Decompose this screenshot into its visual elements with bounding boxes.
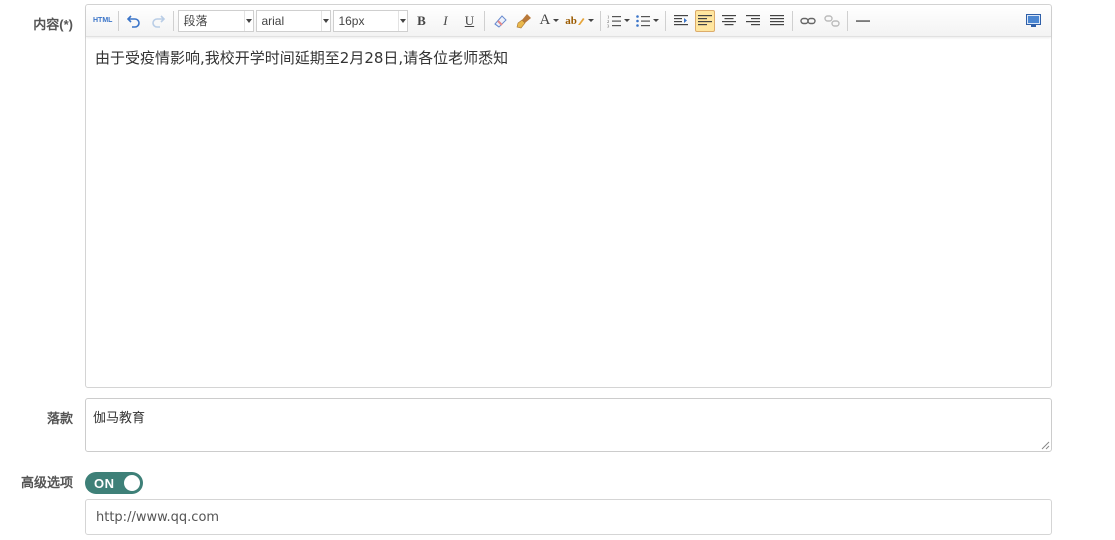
insert-link-button[interactable] bbox=[798, 10, 818, 32]
caret-down-icon bbox=[623, 19, 630, 22]
brush-icon bbox=[517, 13, 532, 28]
svg-text:3: 3 bbox=[607, 23, 610, 28]
unordered-list-icon bbox=[636, 14, 650, 27]
align-right-icon bbox=[745, 14, 760, 25]
caret-down-icon bbox=[246, 18, 253, 23]
justify-button[interactable] bbox=[767, 10, 787, 32]
unlink-button[interactable] bbox=[822, 10, 842, 32]
toolbar-separator bbox=[599, 10, 601, 31]
advanced-options-label: 高级选项 bbox=[20, 475, 73, 490]
rich-text-editor: HTML 段落 arial 16px B I U A ab 1 2 3 由于受疫… bbox=[85, 4, 1052, 388]
sign-label: 落款 bbox=[46, 411, 73, 426]
toolbar-separator bbox=[846, 10, 848, 31]
undo-button[interactable] bbox=[124, 10, 144, 32]
fullscreen-button[interactable] bbox=[1023, 10, 1043, 32]
link-icon bbox=[800, 17, 816, 24]
italic-button[interactable]: I bbox=[435, 10, 455, 32]
ordered-list-button[interactable]: 123 bbox=[606, 10, 631, 32]
sign-textarea[interactable]: 伽马教育 bbox=[85, 398, 1052, 452]
toggle-knob bbox=[124, 475, 140, 491]
format-painter-button[interactable] bbox=[514, 10, 534, 32]
justify-icon bbox=[769, 14, 784, 25]
url-input[interactable]: http://www.qq.com bbox=[85, 499, 1052, 535]
indent-icon bbox=[673, 14, 688, 25]
font-size-dropdown-arrow[interactable] bbox=[398, 10, 407, 31]
underline-label: U bbox=[464, 12, 475, 28]
bold-label: B bbox=[417, 12, 426, 28]
undo-icon bbox=[127, 14, 141, 28]
caret-down-icon bbox=[553, 19, 560, 22]
caret-down-icon bbox=[587, 19, 594, 22]
editor-toolbar: HTML 段落 arial 16px B I U A ab 1 2 3 bbox=[86, 5, 1051, 37]
align-left-button[interactable] bbox=[694, 9, 715, 32]
font-family-value: arial bbox=[261, 13, 285, 28]
redo-icon bbox=[152, 14, 166, 28]
toggle-label: ON bbox=[94, 475, 115, 491]
toolbar-separator bbox=[173, 10, 175, 31]
toolbar-separator bbox=[664, 10, 666, 31]
html-source-label: HTML bbox=[93, 17, 113, 24]
ordered-list-icon: 123 bbox=[607, 14, 621, 28]
caret-down-icon bbox=[652, 19, 659, 22]
editor-paragraph: 由于受疫情影响,我校开学时间延期至2月28日,请各位老师悉知 bbox=[95, 49, 509, 67]
align-right-button[interactable] bbox=[743, 10, 763, 32]
font-size-value: 16px bbox=[338, 13, 365, 28]
paragraph-select[interactable]: 段落 bbox=[178, 9, 255, 32]
toolbar-separator bbox=[484, 10, 486, 31]
font-color-label: A bbox=[539, 12, 551, 28]
font-family-select[interactable]: arial bbox=[256, 9, 332, 32]
font-color-button[interactable]: A bbox=[538, 10, 560, 32]
font-size-select[interactable]: 16px bbox=[333, 9, 409, 32]
highlight-label: ab bbox=[565, 14, 577, 27]
clear-format-button[interactable] bbox=[490, 10, 510, 32]
align-center-icon bbox=[721, 14, 736, 25]
horizontal-rule-button[interactable] bbox=[853, 10, 873, 32]
eraser-icon bbox=[494, 14, 508, 28]
horizontal-rule-icon bbox=[855, 19, 870, 22]
unordered-list-button[interactable] bbox=[635, 10, 660, 32]
highlighter-icon bbox=[577, 17, 585, 25]
resize-grip-icon[interactable] bbox=[1041, 441, 1050, 450]
font-family-dropdown-arrow[interactable] bbox=[321, 10, 330, 31]
unlink-icon bbox=[824, 14, 840, 27]
caret-down-icon bbox=[400, 18, 407, 23]
caret-down-icon bbox=[323, 18, 330, 23]
italic-label: I bbox=[443, 12, 448, 28]
advanced-toggle[interactable]: ON bbox=[85, 472, 143, 494]
indent-button[interactable] bbox=[671, 10, 691, 32]
html-source-button[interactable]: HTML bbox=[92, 10, 113, 32]
sign-value: 伽马教育 bbox=[93, 411, 146, 426]
underline-button[interactable]: U bbox=[459, 10, 479, 32]
url-value: http://www.qq.com bbox=[96, 509, 220, 525]
paragraph-dropdown-arrow[interactable] bbox=[244, 10, 253, 31]
paragraph-value: 段落 bbox=[183, 14, 208, 28]
monitor-icon bbox=[1025, 14, 1041, 27]
toolbar-separator bbox=[118, 10, 120, 31]
highlight-color-button[interactable]: ab bbox=[564, 10, 595, 32]
bold-button[interactable]: B bbox=[411, 10, 431, 32]
redo-button[interactable] bbox=[148, 10, 168, 32]
align-center-button[interactable] bbox=[719, 10, 739, 32]
toolbar-separator bbox=[791, 10, 793, 31]
editor-content-area[interactable]: 由于受疫情影响,我校开学时间延期至2月28日,请各位老师悉知 bbox=[86, 37, 1051, 78]
content-label: 内容(*) bbox=[33, 17, 73, 32]
align-left-icon bbox=[697, 14, 712, 25]
